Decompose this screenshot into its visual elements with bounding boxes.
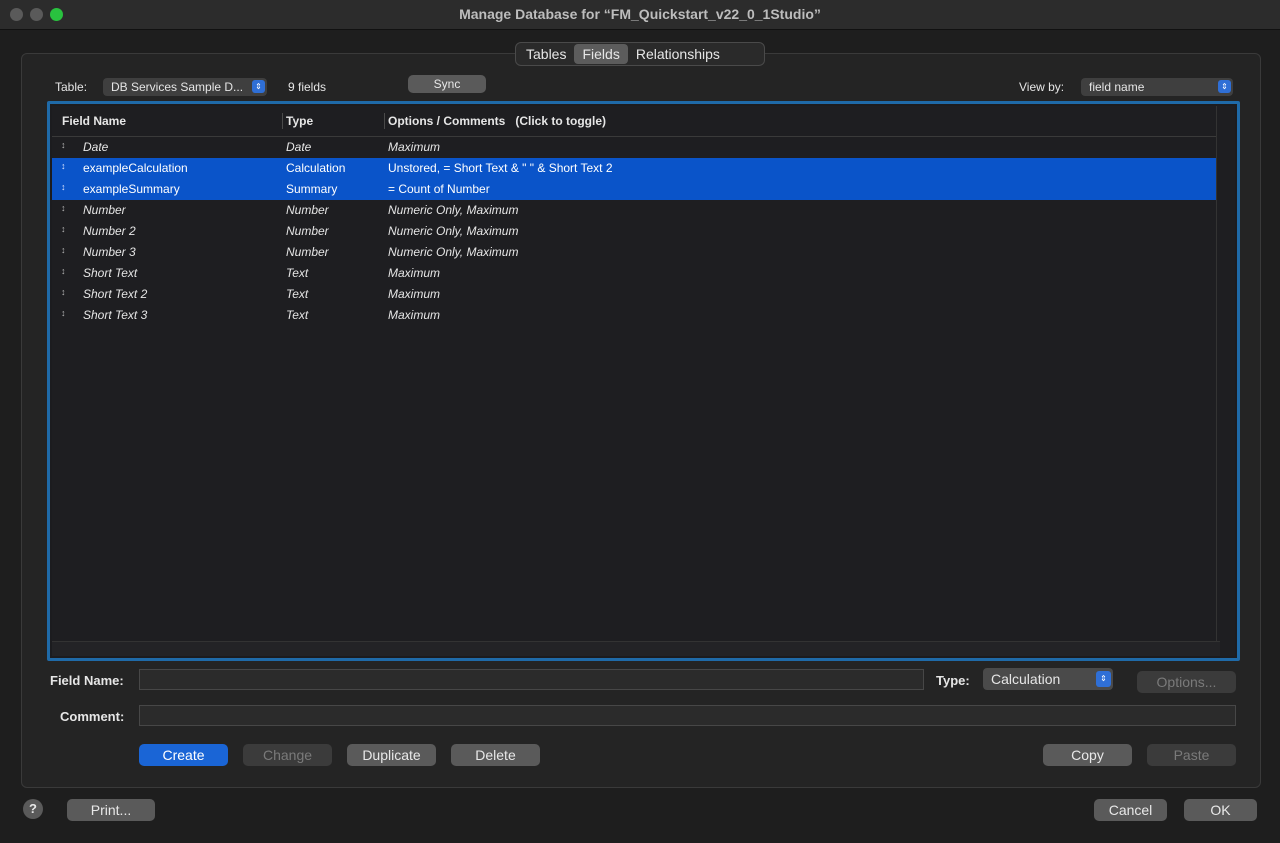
drag-handle-icon[interactable]: ↕: [61, 161, 66, 171]
row-field-options: Maximum: [388, 266, 441, 280]
drag-handle-icon[interactable]: ↕: [61, 182, 66, 192]
row-field-name: exampleSummary: [83, 182, 180, 196]
view-by-popup-value: field name: [1089, 80, 1145, 94]
help-button[interactable]: ?: [23, 799, 43, 819]
row-field-type: Text: [286, 287, 309, 301]
row-field-type: Calculation: [286, 161, 346, 175]
row-field-type: Text: [286, 266, 309, 280]
row-field-name: Short Text 2: [83, 287, 148, 301]
horizontal-scrollbar[interactable]: [52, 641, 1220, 656]
row-field-type: Date: [286, 140, 312, 154]
table-row[interactable]: ↕ Number 2 Number Numeric Only, Maximum: [52, 221, 1220, 242]
row-field-options: Maximum: [388, 287, 441, 301]
window-title: Manage Database for “FM_Quickstart_v22_0…: [459, 6, 821, 22]
fields-table-body: Field Name Type Options / Comments (Clic…: [52, 106, 1235, 656]
row-field-type: Number: [286, 245, 329, 259]
table-label: Table:: [55, 80, 88, 94]
drag-handle-icon[interactable]: ↕: [61, 140, 66, 150]
row-field-options: Maximum: [388, 308, 441, 322]
column-divider[interactable]: [384, 113, 385, 129]
table-row[interactable]: ↕ Short Text 2 Text Maximum: [52, 284, 1220, 305]
tab-fields[interactable]: Fields: [574, 44, 628, 64]
updown-arrows-icon: ⇕: [1096, 671, 1111, 687]
create-button[interactable]: Create: [139, 744, 228, 766]
cancel-button[interactable]: Cancel: [1094, 799, 1167, 821]
row-field-name: Short Text: [83, 266, 138, 280]
row-field-type: Number: [286, 203, 329, 217]
table-header: Field Name Type Options / Comments (Clic…: [52, 106, 1220, 137]
drag-handle-icon[interactable]: ↕: [61, 287, 66, 297]
drag-handle-icon[interactable]: ↕: [61, 203, 66, 213]
comment-label: Comment:: [60, 709, 125, 724]
tab-tables[interactable]: Tables: [518, 44, 574, 64]
drag-handle-icon[interactable]: ↕: [61, 308, 66, 318]
ok-button[interactable]: OK: [1184, 799, 1257, 821]
row-field-name: Date: [83, 140, 109, 154]
table-row[interactable]: ↕ exampleSummary Summary = Count of Numb…: [52, 179, 1220, 200]
table-row[interactable]: ↕ Short Text 3 Text Maximum: [52, 305, 1220, 326]
table-popup[interactable]: DB Services Sample D... ⇕: [103, 78, 267, 96]
type-popup[interactable]: Calculation ⇕: [983, 668, 1113, 690]
row-field-name: Number 3: [83, 245, 136, 259]
row-field-type: Text: [286, 308, 309, 322]
row-field-options: Numeric Only, Maximum: [388, 203, 519, 217]
change-button[interactable]: Change: [243, 744, 332, 766]
field-name-input[interactable]: [139, 669, 924, 690]
view-by-label: View by:: [1019, 80, 1065, 94]
delete-button[interactable]: Delete: [451, 744, 540, 766]
vertical-scrollbar[interactable]: [1216, 106, 1235, 643]
table-row[interactable]: ↕ Date Date Maximum: [52, 137, 1220, 158]
column-divider[interactable]: [282, 113, 283, 129]
fields-table[interactable]: Field Name Type Options / Comments (Clic…: [47, 101, 1240, 661]
copy-button[interactable]: Copy: [1043, 744, 1132, 766]
title-bar: Manage Database for “FM_Quickstart_v22_0…: [0, 0, 1280, 30]
row-field-options: = Count of Number: [388, 182, 490, 196]
tab-bar: Tables Fields Relationships: [515, 42, 765, 66]
column-header-type[interactable]: Type: [286, 106, 313, 136]
table-popup-value: DB Services Sample D...: [111, 80, 244, 94]
print-button[interactable]: Print...: [67, 799, 155, 821]
row-field-type: Summary: [286, 182, 338, 196]
options-button[interactable]: Options...: [1137, 671, 1236, 693]
table-row[interactable]: ↕ exampleCalculation Calculation Unstore…: [52, 158, 1220, 179]
row-field-options: Numeric Only, Maximum: [388, 224, 519, 238]
view-by-popup[interactable]: field name ⇕: [1081, 78, 1233, 96]
column-header-field-name[interactable]: Field Name: [62, 106, 126, 136]
type-label: Type:: [936, 673, 970, 688]
column-header-options[interactable]: Options / Comments (Click to toggle): [388, 106, 606, 136]
row-field-name: Number: [83, 203, 126, 217]
drag-handle-icon[interactable]: ↕: [61, 245, 66, 255]
field-count: 9 fields: [288, 80, 327, 94]
row-field-options: Maximum: [388, 140, 441, 154]
table-row[interactable]: ↕ Number Number Numeric Only, Maximum: [52, 200, 1220, 221]
row-field-name: exampleCalculation: [83, 161, 188, 175]
drag-handle-icon[interactable]: ↕: [61, 224, 66, 234]
type-popup-value: Calculation: [991, 671, 1061, 687]
table-row[interactable]: ↕ Number 3 Number Numeric Only, Maximum: [52, 242, 1220, 263]
table-row[interactable]: ↕ Short Text Text Maximum: [52, 263, 1220, 284]
field-name-label: Field Name:: [50, 673, 124, 688]
paste-button[interactable]: Paste: [1147, 744, 1236, 766]
drag-handle-icon[interactable]: ↕: [61, 266, 66, 276]
updown-arrows-icon: ⇕: [1218, 80, 1231, 93]
comment-input[interactable]: [139, 705, 1236, 726]
updown-arrows-icon: ⇕: [252, 80, 265, 93]
row-field-name: Number 2: [83, 224, 136, 238]
row-field-options: Unstored, = Short Text & " " & Short Tex…: [388, 161, 613, 175]
row-field-name: Short Text 3: [83, 308, 148, 322]
sync-button[interactable]: Sync: [408, 75, 486, 93]
row-field-options: Numeric Only, Maximum: [388, 245, 519, 259]
duplicate-button[interactable]: Duplicate: [347, 744, 436, 766]
row-field-type: Number: [286, 224, 329, 238]
tab-relationships[interactable]: Relationships: [628, 44, 728, 64]
